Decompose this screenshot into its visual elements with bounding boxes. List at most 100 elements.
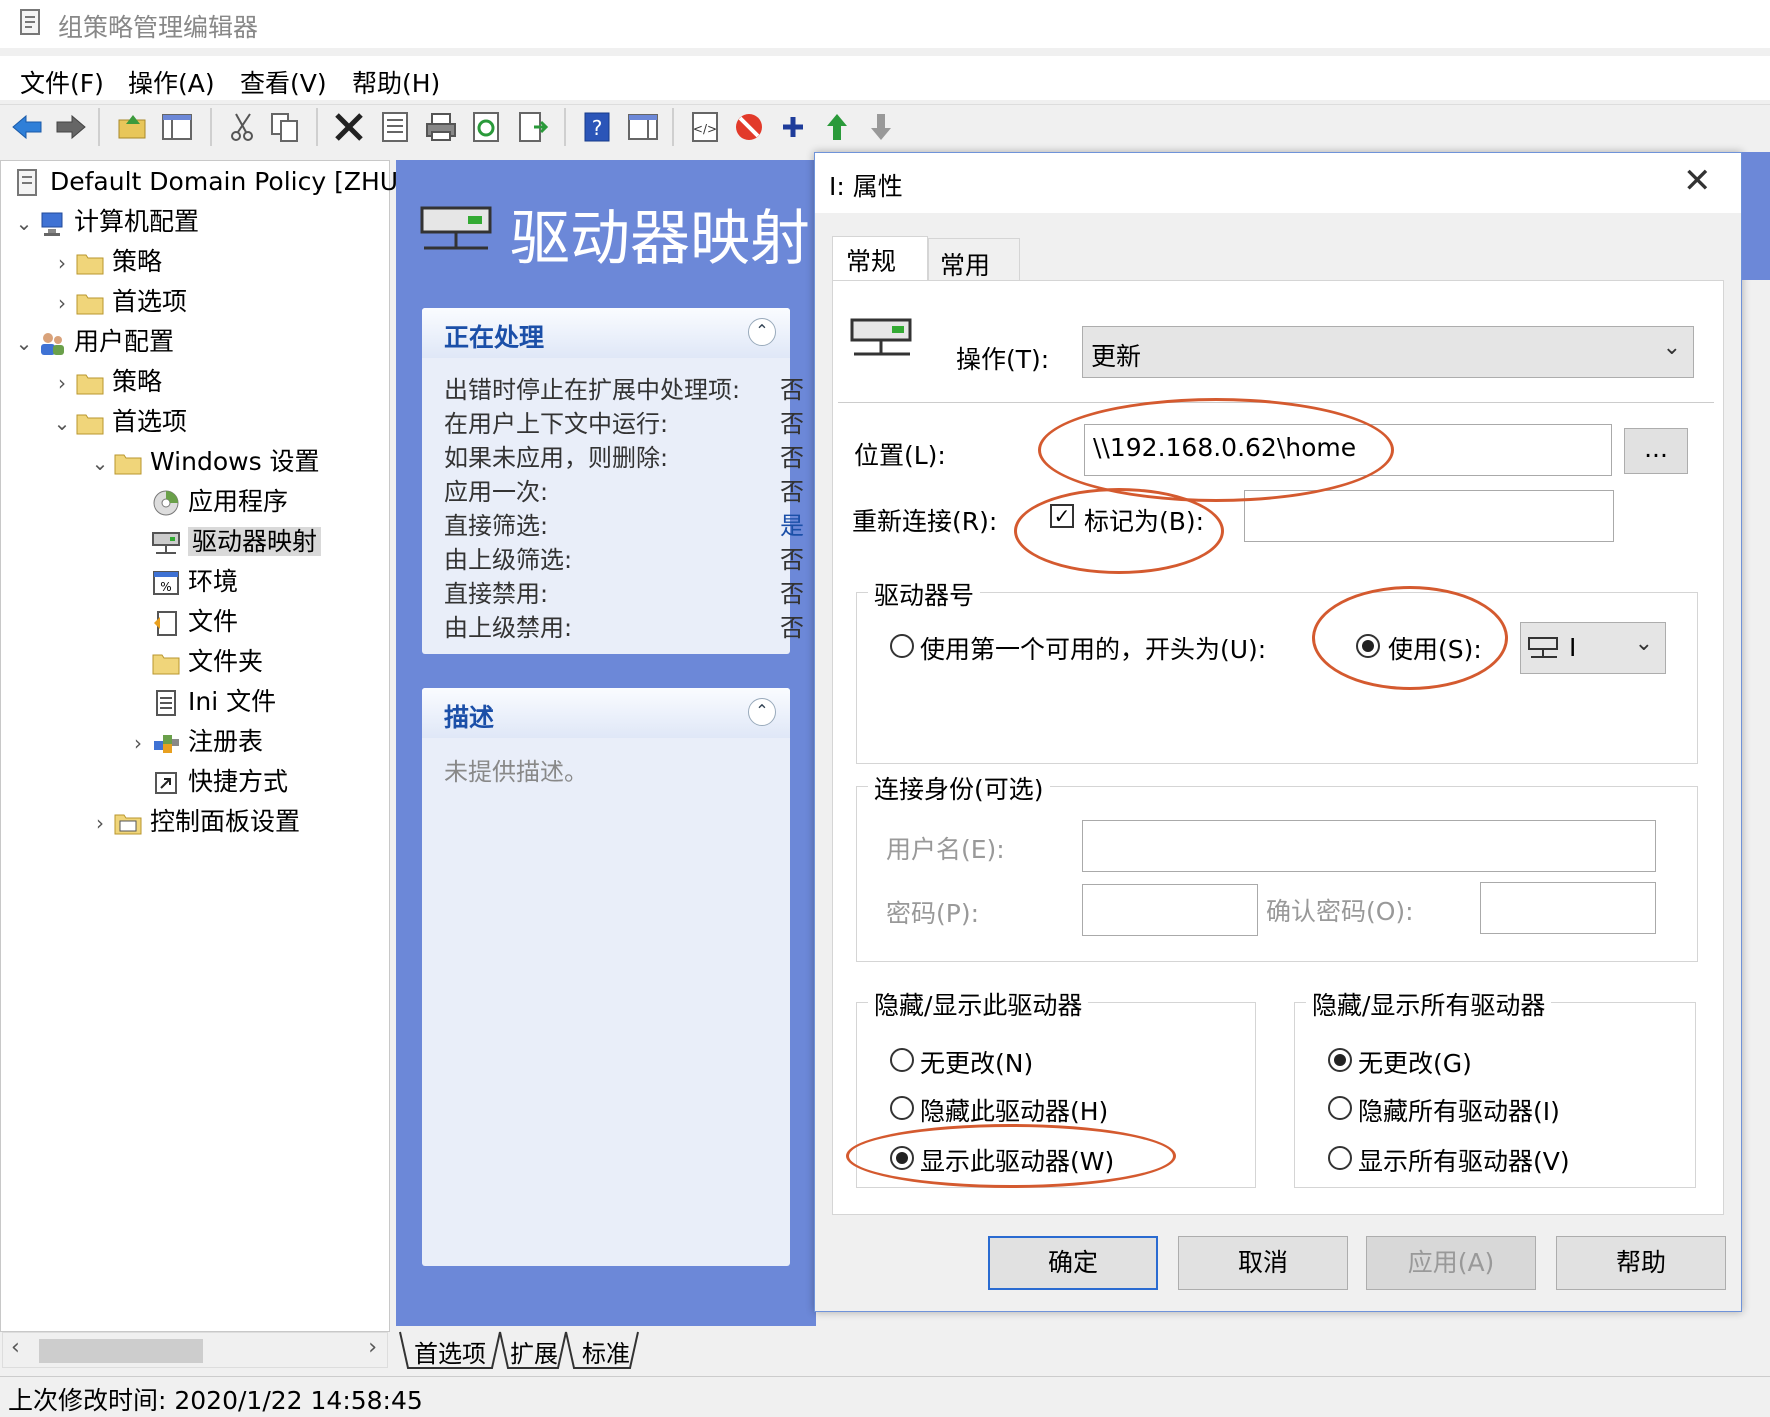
tree-node-environment[interactable]: % 环境: [150, 564, 238, 600]
delete-icon[interactable]: [332, 110, 366, 144]
show-hide-tree-icon[interactable]: [160, 110, 194, 144]
reconnect-checkbox[interactable]: ✓: [1050, 504, 1074, 528]
view-tabs: [396, 1330, 1096, 1370]
chevron-right-icon[interactable]: ›: [50, 245, 74, 281]
tree-node-ini-files[interactable]: Ini 文件: [150, 684, 276, 720]
tree-label: 应用程序: [188, 487, 289, 516]
tree-node-user-config[interactable]: ⌄ 用户配置: [12, 324, 174, 360]
tree-node-files[interactable]: 文件: [150, 604, 238, 640]
processing-row-label: 如果未应用，则删除:: [444, 444, 669, 472]
up-folder-icon[interactable]: [116, 110, 150, 144]
hide-all-label: 隐藏所有驱动器(I): [1358, 1097, 1560, 1126]
show-all-radio[interactable]: [1328, 1146, 1352, 1170]
ini-file-icon: [156, 690, 176, 716]
chevron-right-icon[interactable]: ›: [50, 365, 74, 401]
toolbar-separator: [672, 108, 674, 146]
chevron-down-icon[interactable]: ⌄: [88, 445, 112, 481]
tree-node-computer-config[interactable]: ⌄ 计算机配置: [12, 204, 199, 240]
confirm-password-input[interactable]: [1480, 882, 1656, 934]
tab-general-label[interactable]: 常规: [846, 242, 896, 278]
use-label: 使用(S):: [1388, 635, 1482, 664]
tree-node-apps[interactable]: 应用程序: [150, 484, 288, 520]
tree-node-registry[interactable]: › 注册表: [126, 724, 263, 760]
collapse-icon[interactable]: ⌃: [748, 698, 776, 726]
ok-button[interactable]: 确定: [988, 1236, 1158, 1290]
use-first-available-radio[interactable]: [890, 634, 914, 658]
refresh-icon[interactable]: [470, 110, 504, 144]
tree-node-computer-prefs[interactable]: › 首选项: [50, 284, 187, 320]
back-arrow-icon[interactable]: [10, 110, 44, 144]
tree-node-windows-settings[interactable]: ⌄ Windows 设置: [88, 444, 320, 480]
move-down-icon[interactable]: [864, 110, 898, 144]
chevron-down-icon[interactable]: ⌄: [12, 205, 36, 241]
chevron-right-icon[interactable]: ›: [126, 725, 150, 761]
tree-horizontal-scrollbar[interactable]: ‹ ›: [2, 1332, 388, 1368]
scroll-right-icon[interactable]: ›: [368, 1335, 377, 1360]
label-as-input[interactable]: [1244, 490, 1614, 542]
tree-node-shortcuts[interactable]: 快捷方式: [150, 764, 288, 800]
export-list-icon[interactable]: [516, 110, 550, 144]
folder-icon: [76, 294, 104, 315]
description-card: 描述 ⌃ 未提供描述。: [422, 688, 790, 1266]
xml-icon[interactable]: </>: [688, 110, 722, 144]
hide-this-radio[interactable]: [890, 1096, 914, 1120]
password-input[interactable]: [1082, 884, 1258, 936]
help-icon[interactable]: ?: [580, 110, 614, 144]
tree-node-folders[interactable]: 文件夹: [150, 644, 263, 680]
menu-view[interactable]: 查看(V): [240, 64, 327, 100]
chevron-down-icon: ⌄: [1634, 631, 1653, 656]
properties-icon[interactable]: [378, 110, 412, 144]
show-this-radio[interactable]: [890, 1146, 914, 1170]
menu-action[interactable]: 操作(A): [128, 64, 215, 100]
tree-node-drive-maps[interactable]: 驱动器映射: [150, 524, 322, 560]
username-input[interactable]: [1082, 820, 1656, 872]
tree-node-user-policies[interactable]: › 策略: [50, 364, 162, 400]
show-action-pane-icon[interactable]: [626, 110, 660, 144]
close-icon[interactable]: ✕: [1683, 161, 1712, 201]
copy-icon[interactable]: [268, 110, 302, 144]
environment-icon: %: [153, 571, 179, 595]
location-input[interactable]: \\192.168.0.62\home: [1084, 424, 1612, 476]
forward-arrow-icon[interactable]: [54, 110, 88, 144]
cancel-button[interactable]: 取消: [1178, 1236, 1348, 1290]
browse-button[interactable]: ...: [1624, 428, 1688, 474]
label-as-label: 标记为(B):: [1084, 507, 1205, 536]
tab-common-label[interactable]: 常用: [940, 246, 990, 282]
print-icon[interactable]: [424, 110, 458, 144]
action-select[interactable]: 更新 ⌄: [1082, 326, 1694, 378]
tree-node-control-panel[interactable]: › 控制面板设置: [88, 804, 300, 840]
users-icon: [41, 333, 64, 355]
help-button[interactable]: 帮助: [1556, 1236, 1726, 1290]
menu-help[interactable]: 帮助(H): [352, 64, 440, 100]
add-icon[interactable]: [776, 110, 810, 144]
tree-node-computer-policies[interactable]: › 策略: [50, 244, 162, 280]
connect-as-group-title: 连接身份(可选): [868, 770, 1050, 806]
tab-extended[interactable]: 扩展: [510, 1334, 558, 1369]
tree-node-root[interactable]: Default Domain Policy [ZHUG: [12, 164, 417, 200]
no-change-all-radio[interactable]: [1328, 1048, 1352, 1072]
tree-node-user-prefs[interactable]: ⌄ 首选项: [50, 404, 187, 440]
hide-all-radio[interactable]: [1328, 1096, 1352, 1120]
connect-as-group: [856, 786, 1698, 962]
scrollbar-thumb[interactable]: [39, 1339, 203, 1363]
preview-pane: 驱动器映射 正在处理 ⌃ 出错时停止在扩展中处理项: 否在用户上下文中运行: 否如果未…: [396, 160, 816, 1326]
move-up-icon[interactable]: [820, 110, 854, 144]
collapse-icon[interactable]: ⌃: [748, 318, 776, 346]
scroll-left-icon[interactable]: ‹: [11, 1335, 20, 1360]
cut-icon[interactable]: [226, 110, 260, 144]
chevron-down-icon[interactable]: ⌄: [12, 325, 36, 361]
chevron-down-icon[interactable]: ⌄: [50, 405, 74, 441]
drive-letter-group: [856, 592, 1698, 764]
processing-card: 正在处理 ⌃ 出错时停止在扩展中处理项: 否在用户上下文中运行: 否如果未应用，则删除…: [422, 308, 804, 654]
tab-preferences[interactable]: 首选项: [414, 1334, 486, 1369]
drive-letter-select[interactable]: I ⌄: [1520, 622, 1666, 674]
tree-label: 控制面板设置: [150, 807, 301, 836]
no-change-this-radio[interactable]: [890, 1048, 914, 1072]
tab-standard[interactable]: 标准: [582, 1334, 630, 1369]
chevron-right-icon[interactable]: ›: [88, 805, 112, 841]
apply-button[interactable]: 应用(A): [1366, 1236, 1536, 1290]
disable-icon[interactable]: [732, 110, 766, 144]
chevron-right-icon[interactable]: ›: [50, 285, 74, 321]
menu-file[interactable]: 文件(F): [20, 64, 104, 100]
use-radio[interactable]: [1356, 634, 1380, 658]
